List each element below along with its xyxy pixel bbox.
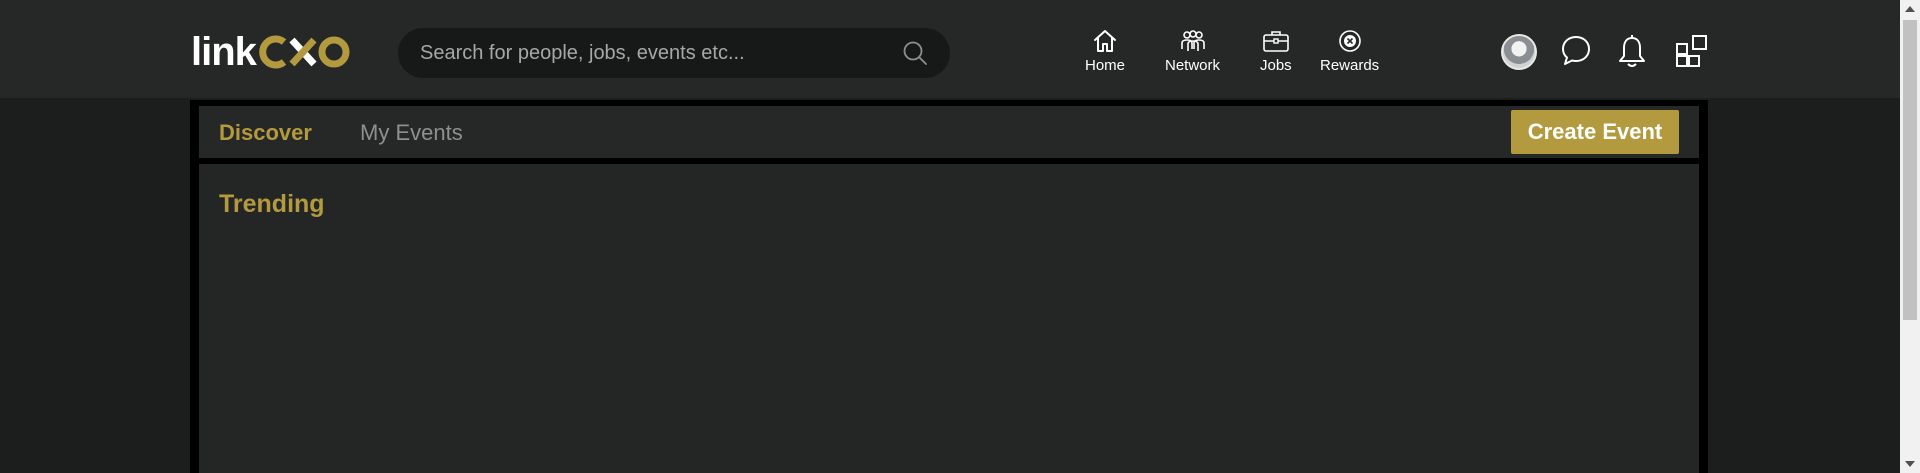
scrollbar-thumb[interactable] [1903,20,1917,320]
cxo-mark-icon [259,35,350,69]
nav-jobs-label: Jobs [1260,57,1292,74]
nav-jobs[interactable]: Jobs [1260,28,1292,75]
page-scrollbar[interactable] [1900,0,1920,473]
scroll-down-arrow-icon[interactable] [1905,461,1915,467]
bell-icon[interactable] [1617,34,1647,75]
events-container: Discover My Events Create Event Trending [190,100,1708,473]
avatar[interactable] [1501,34,1537,70]
create-event-button[interactable]: Create Event [1511,110,1679,154]
nav-rewards[interactable]: Rewards [1320,28,1379,75]
tab-discover[interactable]: Discover [219,120,312,146]
trending-panel: Trending [199,164,1699,473]
scroll-up-arrow-icon[interactable] [1905,6,1915,12]
nav-network-label: Network [1165,57,1221,74]
briefcase-icon [1262,28,1290,54]
chat-icon[interactable] [1560,34,1592,73]
logo-text-cxo [256,32,352,72]
network-icon [1179,28,1207,54]
nav-home-label: Home [1085,57,1126,74]
top-navbar: link Search for people, jobs, events etc… [0,0,1900,98]
home-icon [1091,28,1119,54]
search-input[interactable] [418,33,902,73]
tab-my-events[interactable]: My Events [360,120,463,146]
logo-text-link: link [191,30,257,74]
search-icon[interactable] [902,40,928,66]
trending-title: Trending [219,190,325,218]
rewards-icon [1336,28,1364,54]
apps-grid-icon[interactable] [1675,34,1709,73]
nav-home[interactable]: Home [1085,28,1125,75]
nav-rewards-label: Rewards [1320,57,1380,74]
search-bar[interactable] [398,28,950,78]
linkcxo-logo[interactable]: link [191,30,352,74]
events-tabs-bar: Discover My Events Create Event [199,106,1699,158]
nav-network[interactable]: Network [1165,28,1220,75]
